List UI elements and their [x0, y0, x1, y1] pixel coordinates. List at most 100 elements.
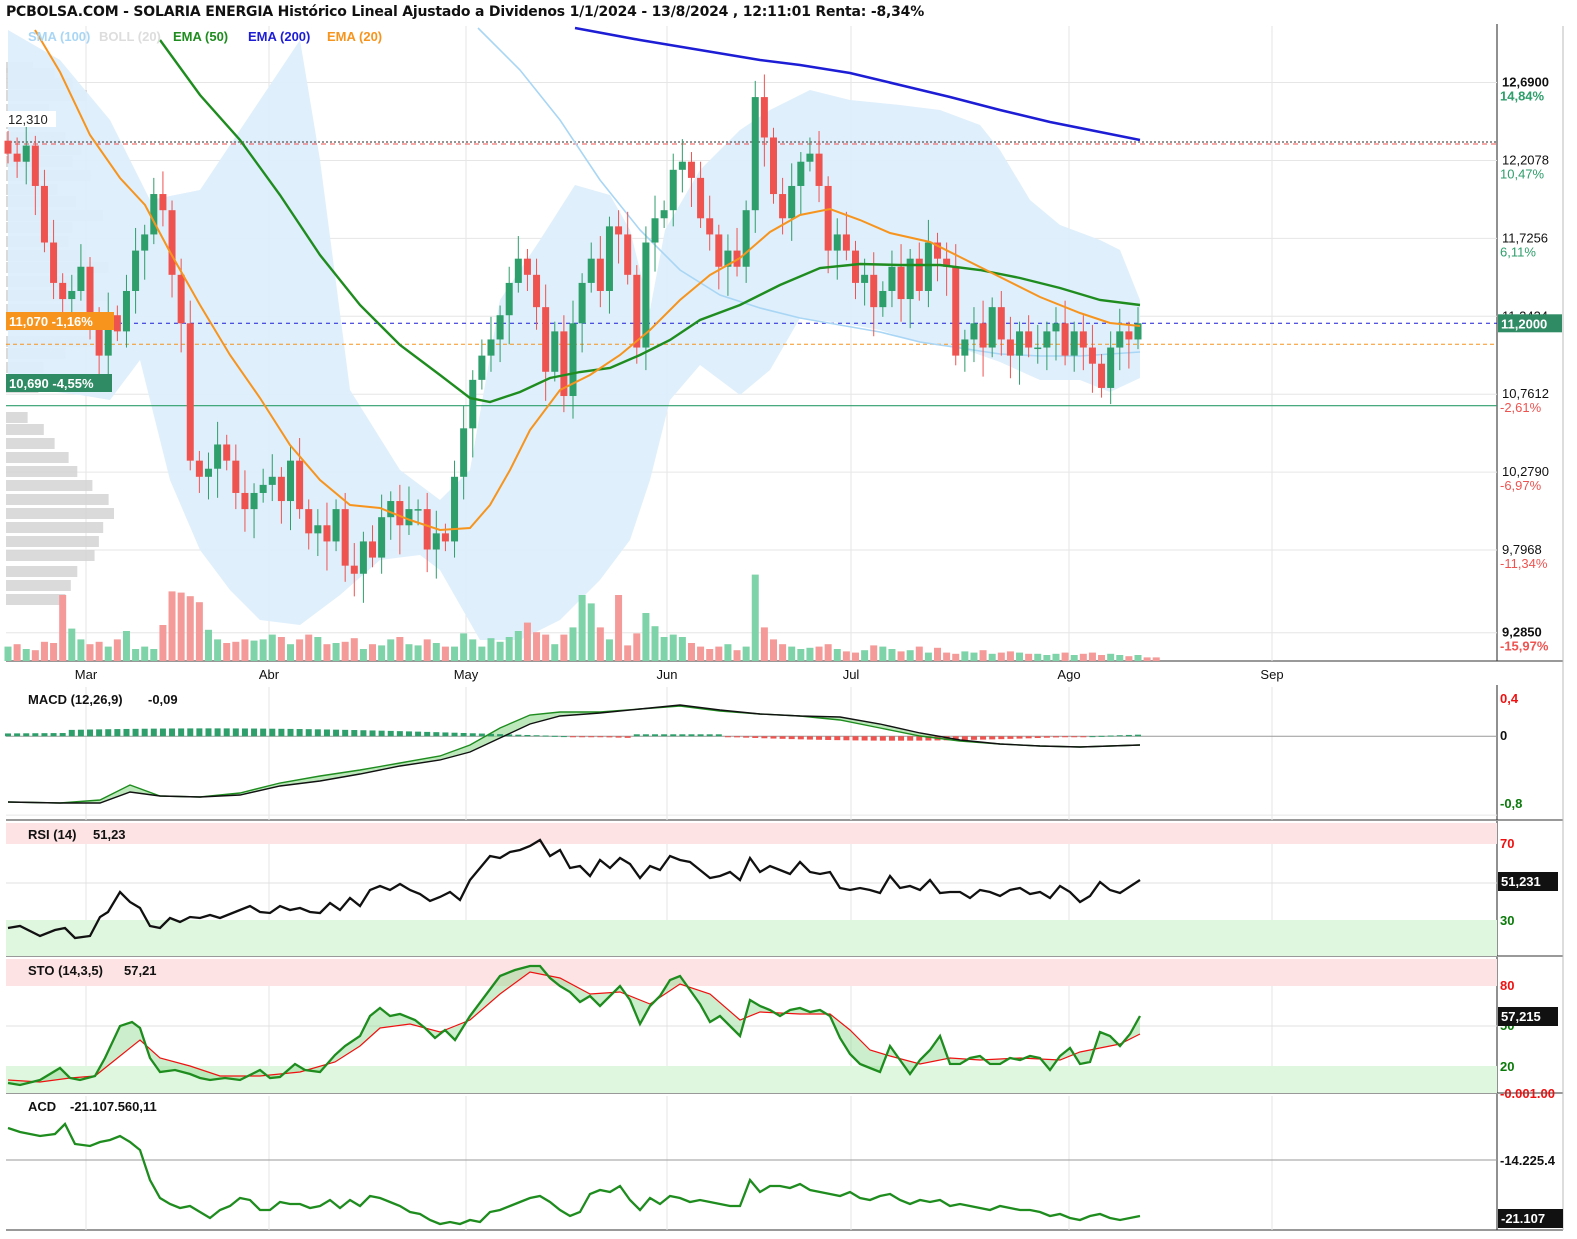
volume-profile-bar — [6, 508, 114, 519]
macd-histogram-bar — [114, 729, 121, 737]
volume-bar — [742, 646, 750, 661]
macd-histogram-bar — [715, 734, 722, 737]
price-axis-pct: -11,34% — [1500, 556, 1548, 571]
volume-bar — [687, 643, 695, 661]
x-axis-month: Jun — [657, 667, 678, 682]
macd-histogram-bar — [50, 733, 57, 737]
macd-histogram-bar — [360, 730, 367, 737]
candle-body — [578, 282, 586, 324]
macd-histogram-bar — [861, 736, 868, 741]
volume-bar — [68, 628, 76, 661]
macd-histogram-bar — [68, 729, 75, 737]
macd-histogram-bar — [661, 734, 668, 737]
sto-value: 57,21 — [124, 963, 157, 978]
macd-histogram-bar — [387, 730, 394, 737]
volume-bar — [615, 595, 623, 661]
volume-bar — [441, 646, 449, 661]
macd-histogram-bar — [797, 736, 804, 740]
candle-body — [113, 315, 121, 332]
macd-histogram-bar — [32, 733, 39, 737]
candle-body — [615, 226, 623, 235]
macd-axis-tick: 0,4 — [1500, 691, 1519, 706]
legend-item: EMA (20) — [327, 29, 382, 44]
candle-body — [204, 468, 212, 477]
candle-body — [214, 444, 222, 469]
volume-bar — [341, 641, 349, 661]
candle — [186, 300, 194, 471]
volume-bar — [888, 649, 896, 661]
macd-histogram-bar — [269, 728, 276, 737]
volume-profile-bar — [6, 566, 78, 577]
macd-histogram-bar — [141, 728, 148, 737]
volume-bar — [578, 595, 586, 661]
macd-histogram-bar — [806, 736, 813, 740]
price-axis-pct: -6,97% — [1500, 478, 1542, 493]
volume-bar — [387, 639, 395, 661]
macd-histogram-bar — [214, 728, 221, 737]
volume-bar — [451, 646, 459, 661]
volume-bar — [906, 650, 914, 661]
candle-body — [1125, 331, 1133, 340]
macd-value: -0,09 — [148, 692, 178, 707]
candle-body — [542, 307, 550, 372]
macd-signal-line — [7, 704, 1141, 804]
macd-histogram-bar — [1007, 736, 1014, 739]
macd-histogram-bar — [843, 736, 850, 741]
volume-bar — [1043, 655, 1051, 661]
price-axis-tick: 12,2078 — [1502, 152, 1549, 167]
volume-bar — [879, 646, 887, 661]
candle-body — [797, 161, 805, 186]
volume-bar — [1107, 653, 1115, 661]
candle-body — [1025, 331, 1033, 348]
macd-histogram-bar — [624, 736, 631, 738]
sto-axis-tick: 80 — [1500, 978, 1514, 993]
candle-body — [241, 492, 249, 510]
acd-axis-tick: -14.225.4 — [1500, 1153, 1556, 1168]
volume-bar — [706, 649, 714, 661]
volume-bar — [1134, 655, 1142, 661]
macd-histogram-bar — [460, 732, 467, 737]
volume-bar — [13, 644, 21, 661]
macd-histogram-bar — [916, 736, 923, 741]
macd-histogram-bar — [433, 732, 440, 737]
volume-bar — [141, 646, 149, 661]
volume-profile-bar — [6, 424, 44, 435]
candle-body — [132, 250, 140, 291]
volume-bar — [751, 574, 759, 661]
macd-line — [7, 705, 1141, 804]
macd-label: MACD (12,26,9) — [28, 692, 123, 707]
volume-bar — [204, 629, 212, 661]
candle-body — [332, 509, 340, 542]
candle-body — [432, 533, 440, 550]
sto-last-value: 57,215 — [1501, 1009, 1541, 1024]
legend-item: EMA (200) — [248, 29, 310, 44]
rsi-label: RSI (14) — [28, 827, 76, 842]
volume-bar — [724, 644, 732, 661]
macd-histogram-bar — [260, 728, 267, 737]
macd-histogram-bar — [405, 731, 412, 737]
volume-bar — [86, 644, 94, 661]
volume-bar — [1088, 652, 1096, 661]
macd-histogram-bar — [888, 736, 895, 741]
candle-body — [1098, 363, 1106, 388]
macd-histogram-bar — [87, 729, 94, 737]
volume-bar — [979, 650, 987, 661]
macd-histogram-bar — [278, 728, 285, 737]
candle-body — [1061, 323, 1069, 356]
macd-histogram-bar — [560, 736, 567, 738]
price-axis-tick: 9,7968 — [1502, 542, 1542, 557]
macd-histogram-bar — [907, 736, 914, 741]
volume-profile-bar — [6, 466, 78, 477]
legend-item: EMA (50) — [173, 29, 228, 44]
volume-bar — [1025, 653, 1033, 661]
price-legend: SMA (100) BOLL (20) EMA (50) EMA (200) EMA (… — [28, 29, 382, 44]
volume-bar — [104, 646, 112, 661]
macd-histogram-bar — [788, 736, 795, 740]
macd-histogram-bar — [123, 728, 130, 737]
price-axis-pct: -2,61% — [1500, 400, 1542, 415]
volume-bar — [405, 644, 413, 661]
candle-body — [988, 307, 996, 348]
volume-bar — [1052, 653, 1060, 661]
candle — [769, 127, 777, 204]
macd-histogram-bar — [724, 736, 731, 738]
